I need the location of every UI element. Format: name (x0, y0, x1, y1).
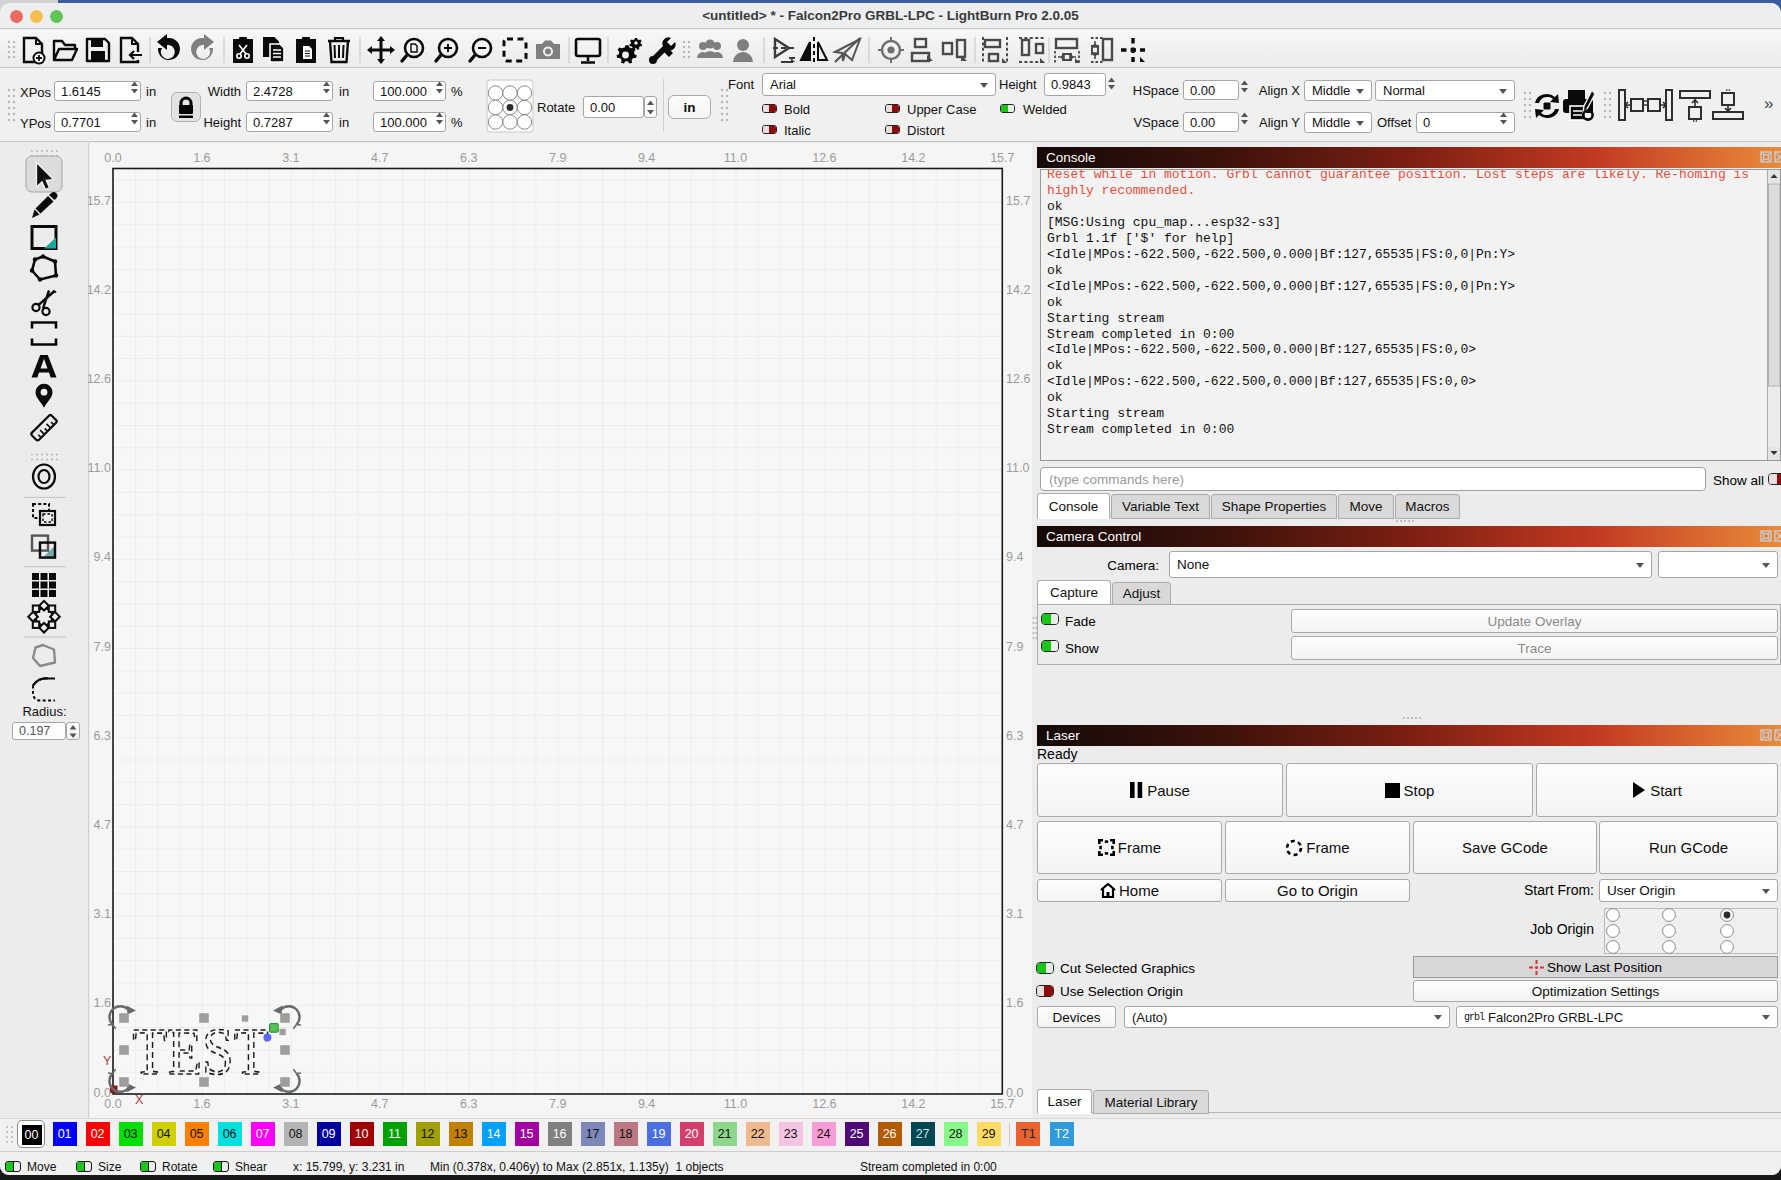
svg-text:TEST: TEST (133, 1014, 269, 1087)
